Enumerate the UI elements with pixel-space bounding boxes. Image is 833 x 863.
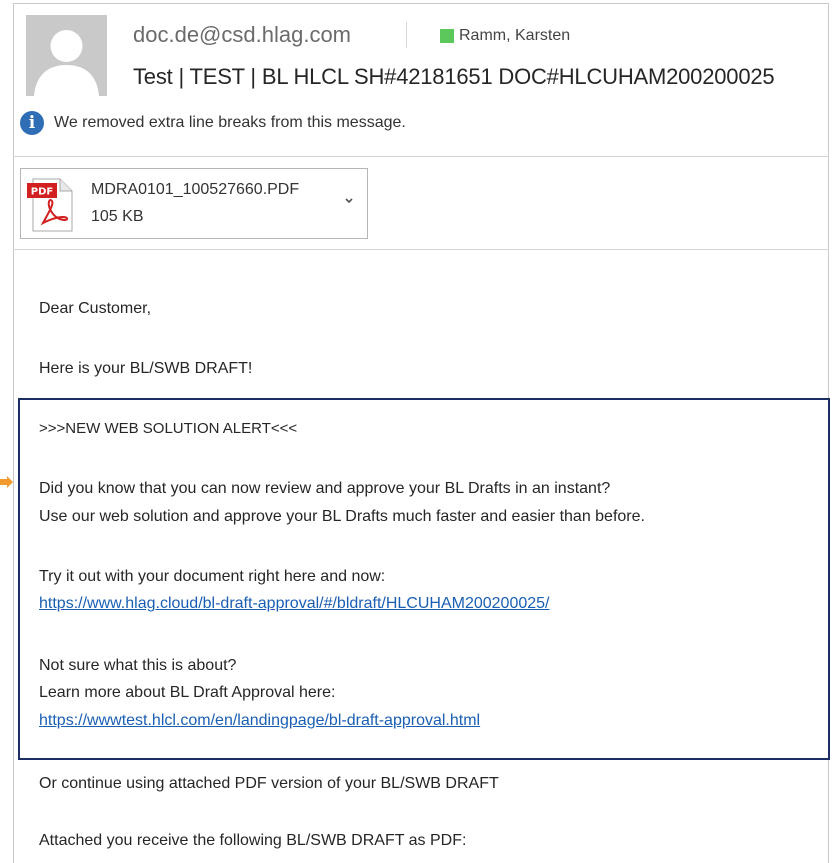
info-icon: i — [20, 111, 44, 135]
attachment-pdf[interactable]: PDF MDRA0101_100527660.PDF 105 KB — [20, 168, 368, 239]
alert-line-1: Did you know that you can now review and… — [39, 480, 611, 497]
not-sure-text: Not sure what this is about? — [39, 657, 237, 674]
try-it-text: Try it out with your document right here… — [39, 568, 386, 585]
continue-text: Or continue using attached PDF version o… — [39, 775, 499, 792]
attachment-separator — [13, 249, 829, 250]
chevron-down-icon[interactable] — [343, 197, 355, 205]
presence-indicator-icon — [440, 29, 454, 43]
sender-avatar — [26, 15, 107, 96]
attachment-size: 105 KB — [91, 208, 144, 225]
alert-heading: >>>NEW WEB SOLUTION ALERT<<< — [39, 420, 298, 437]
sender-address[interactable]: doc.de@csd.hlag.com — [133, 22, 351, 48]
info-bar-text[interactable]: We removed extra line breaks from this m… — [54, 114, 406, 132]
pdf-icon: PDF — [27, 178, 73, 232]
person-silhouette-icon — [26, 15, 107, 96]
header-separator — [13, 156, 829, 157]
alert-line-2: Use our web solution and approve your BL… — [39, 508, 645, 525]
message-subject: Test | TEST | BL HLCL SH#42181651 DOC#HL… — [133, 64, 775, 89]
recipient-name[interactable]: Ramm, Karsten — [459, 27, 570, 45]
arrow-right-icon — [0, 476, 13, 488]
intro-text: Here is your BL/SWB DRAFT! — [39, 360, 253, 377]
pdf-badge-text: PDF — [31, 187, 53, 198]
attachment-name: MDRA0101_100527660.PDF — [91, 181, 300, 198]
landing-page-link[interactable]: https://wwwtest.hlcl.com/en/landingpage/… — [39, 712, 480, 730]
bl-draft-approval-link[interactable]: https://www.hlag.cloud/bl-draft-approval… — [39, 595, 550, 613]
learn-more-text: Learn more about BL Draft Approval here: — [39, 684, 336, 701]
greeting-text: Dear Customer, — [39, 300, 152, 317]
attached-text: Attached you receive the following BL/SW… — [39, 832, 467, 849]
header-divider — [406, 22, 407, 48]
